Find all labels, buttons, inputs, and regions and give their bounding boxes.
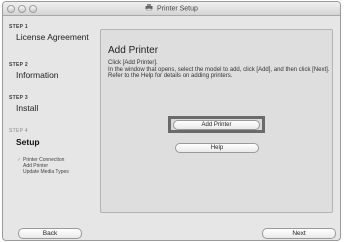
step-1-title: License Agreement <box>16 32 89 42</box>
step-1-number: STEP 1 <box>9 24 28 30</box>
page-title: Add Printer <box>108 45 159 56</box>
step-4-number: STEP 4 <box>9 128 28 134</box>
title-bar: Printer Setup <box>3 2 340 16</box>
step-3-number: STEP 3 <box>9 95 28 101</box>
help-button[interactable]: Help <box>175 143 259 153</box>
back-button[interactable]: Back <box>18 228 82 239</box>
checkmark-icon: ✓ <box>17 157 22 163</box>
instruction-line-2: In the window that opens, select the mod… <box>108 66 330 73</box>
add-printer-button[interactable]: Add Printer <box>173 119 260 130</box>
printer-icon <box>145 4 153 13</box>
setup-window: Printer Setup STEP 1 License Agreement S… <box>2 1 341 241</box>
step-2-title: Information <box>16 70 59 80</box>
substep-update-media-types: Update Media Types <box>23 169 69 175</box>
instructions-text: Click [Add Printer]. In the window that … <box>108 60 330 80</box>
step-2-number: STEP 2 <box>9 62 28 68</box>
instruction-line-1: Click [Add Printer]. <box>108 60 158 66</box>
window-title-wrap: Printer Setup <box>3 4 340 13</box>
next-button[interactable]: Next <box>262 228 336 239</box>
step-4-title: Setup <box>16 137 40 147</box>
instruction-line-3: Refer to the Help for details on adding … <box>108 73 233 80</box>
step-3-title: Install <box>16 103 39 113</box>
window-title: Printer Setup <box>157 5 198 13</box>
content-panel: Add Printer Click [Add Printer]. In the … <box>100 29 333 213</box>
